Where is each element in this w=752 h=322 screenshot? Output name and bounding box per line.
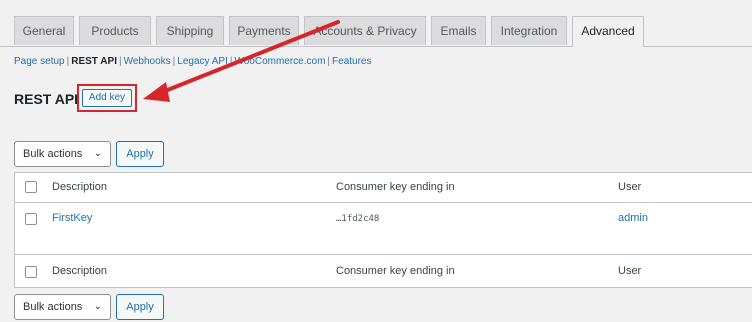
chevron-down-icon: ⌄ (93, 148, 102, 159)
table-header-row: Description Consumer key ending in User (15, 173, 752, 203)
select-all-checkbox[interactable] (25, 181, 37, 193)
chevron-down-icon: ⌄ (93, 301, 102, 312)
consumer-key-ending: …1fd2c48 (336, 214, 380, 224)
bulk-actions-label: Bulk actions (23, 148, 83, 160)
key-description-link[interactable]: FirstKey (52, 212, 92, 224)
select-all-checkbox-footer[interactable] (25, 266, 37, 278)
row-checkbox[interactable] (25, 213, 37, 225)
table-footer-row: Description Consumer key ending in User (15, 254, 752, 288)
column-footer-description[interactable]: Description (52, 265, 107, 277)
bulk-actions-select-top[interactable]: Bulk actions ⌄ (14, 141, 111, 167)
column-footer-consumer-key: Consumer key ending in (336, 265, 455, 277)
user-link[interactable]: admin (618, 212, 648, 224)
keys-table: Description Consumer key ending in User … (14, 172, 752, 288)
column-header-consumer-key: Consumer key ending in (336, 181, 455, 193)
bulk-actions-label: Bulk actions (23, 301, 83, 313)
apply-button-bottom[interactable]: Apply (116, 294, 164, 320)
column-footer-user: User (618, 265, 642, 277)
apply-button-top[interactable]: Apply (116, 141, 164, 167)
column-header-description[interactable]: Description (52, 181, 107, 193)
bulk-actions-select-bottom[interactable]: Bulk actions ⌄ (14, 294, 111, 320)
table-row: FirstKey …1fd2c48 admin (15, 202, 752, 254)
column-header-user: User (618, 181, 642, 193)
